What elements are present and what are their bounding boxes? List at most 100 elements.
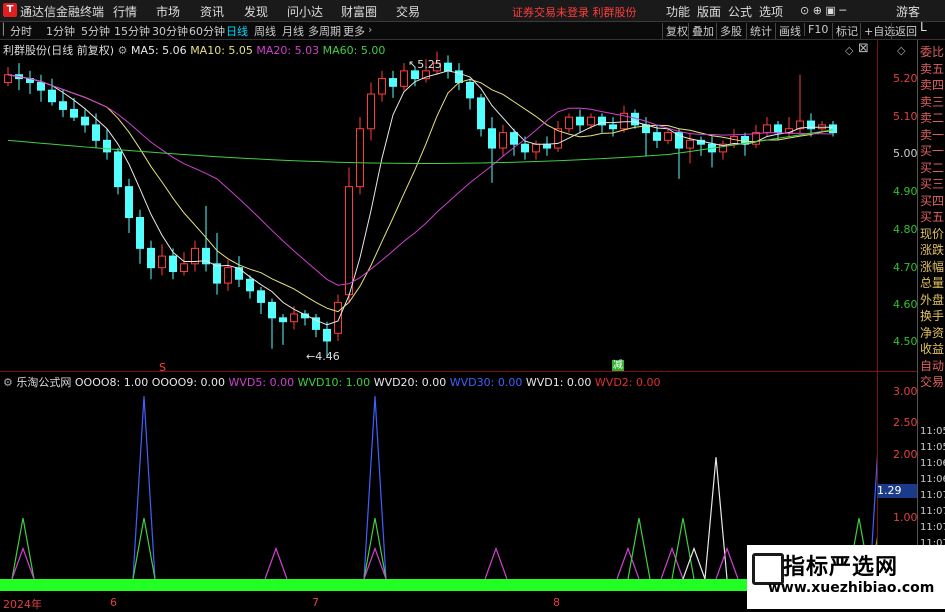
candle-down[interactable] bbox=[510, 132, 518, 145]
candle-down[interactable] bbox=[213, 263, 221, 284]
candle-up[interactable] bbox=[334, 301, 342, 334]
menu-options[interactable]: 选项 bbox=[759, 3, 783, 20]
settings-icon[interactable]: ⚙ bbox=[3, 376, 13, 389]
candle-down[interactable] bbox=[653, 132, 661, 141]
period-tab[interactable]: 60分钟 bbox=[189, 23, 225, 39]
menu-ask[interactable]: 问小达 bbox=[287, 3, 323, 20]
period-tab-more[interactable]: 更多 bbox=[343, 23, 365, 39]
candle-up[interactable] bbox=[345, 186, 353, 296]
side-label: 涨幅 bbox=[920, 259, 945, 274]
candle-up[interactable] bbox=[290, 313, 298, 323]
candle-down[interactable] bbox=[59, 101, 67, 110]
overlay-button[interactable]: 叠加 bbox=[688, 23, 714, 39]
candle-down[interactable] bbox=[466, 81, 474, 99]
candle-down[interactable] bbox=[312, 317, 320, 330]
candle-down[interactable] bbox=[774, 124, 782, 134]
candle-down[interactable] bbox=[323, 328, 331, 342]
period-tab[interactable]: 5分钟 bbox=[81, 23, 110, 39]
candlestick-chart[interactable] bbox=[0, 40, 877, 368]
candle-down[interactable] bbox=[477, 97, 485, 130]
candle-down[interactable] bbox=[70, 108, 78, 118]
candle-down[interactable] bbox=[37, 81, 45, 91]
candle-down[interactable] bbox=[609, 124, 617, 130]
candle-up[interactable] bbox=[499, 132, 507, 149]
menu-trade[interactable]: 交易 bbox=[396, 3, 420, 20]
candle-down[interactable] bbox=[114, 151, 122, 188]
candle-down[interactable] bbox=[488, 128, 496, 149]
candle-down[interactable] bbox=[257, 290, 265, 303]
candle-up[interactable] bbox=[400, 70, 408, 87]
chevron-right-icon[interactable]: › bbox=[368, 23, 372, 36]
candle-up[interactable] bbox=[686, 139, 694, 149]
period-tab[interactable]: 15分钟 bbox=[114, 23, 150, 39]
candle-down[interactable] bbox=[103, 139, 111, 153]
candle-up[interactable] bbox=[367, 93, 375, 130]
candle-down[interactable] bbox=[576, 116, 584, 126]
candle-down[interactable] bbox=[81, 116, 89, 126]
period-tab-active[interactable]: 日线 bbox=[226, 23, 248, 39]
candle-up[interactable] bbox=[224, 267, 232, 284]
candle-up[interactable] bbox=[356, 128, 364, 188]
menu-discover[interactable]: 发现 bbox=[244, 3, 268, 20]
diamond-icon[interactable]: ◇ bbox=[897, 44, 905, 57]
candle-down[interactable] bbox=[125, 186, 133, 219]
mark-button[interactable]: 标记 bbox=[832, 23, 858, 39]
indicator-name[interactable]: 乐淘公式网 bbox=[16, 376, 71, 389]
candle-up[interactable] bbox=[158, 255, 166, 269]
candle-up[interactable] bbox=[565, 116, 573, 130]
indicator-spike bbox=[484, 546, 508, 580]
period-tab[interactable]: 分时 bbox=[10, 23, 32, 39]
multi-stock-button[interactable]: 多股 bbox=[716, 23, 742, 39]
back-button[interactable]: 返回 bbox=[891, 23, 917, 39]
candle-down[interactable] bbox=[543, 143, 551, 149]
candle-down[interactable] bbox=[444, 62, 452, 72]
menu-news[interactable]: 资讯 bbox=[200, 3, 224, 20]
candle-up[interactable] bbox=[532, 143, 540, 153]
adjust-button[interactable]: 复权 bbox=[662, 23, 688, 39]
indicator-chart[interactable] bbox=[0, 372, 877, 609]
settings-icon[interactable]: ⚙ bbox=[118, 44, 128, 57]
candle-up[interactable] bbox=[763, 124, 771, 134]
period-tab[interactable]: 30分钟 bbox=[152, 23, 188, 39]
candle-down[interactable] bbox=[521, 143, 529, 153]
period-tab[interactable]: 周线 bbox=[254, 23, 276, 39]
window-controls-icon[interactable]: ⊙ ⊕ ▣ ─ bbox=[800, 4, 846, 17]
menu-layout[interactable]: 版面 bbox=[697, 3, 721, 20]
candle-up[interactable] bbox=[378, 78, 386, 95]
candle-down[interactable] bbox=[48, 89, 56, 103]
candle-down[interactable] bbox=[411, 70, 419, 80]
candle-up[interactable] bbox=[587, 116, 595, 126]
candle-down[interactable] bbox=[235, 267, 243, 280]
candle-down[interactable] bbox=[675, 132, 683, 149]
candle-down[interactable] bbox=[169, 255, 177, 273]
menu-formula[interactable]: 公式 bbox=[728, 3, 752, 20]
candle-down[interactable] bbox=[147, 247, 155, 269]
period-tab[interactable]: 多周期 bbox=[308, 23, 341, 39]
draw-button[interactable]: 画线 bbox=[775, 23, 801, 39]
candle-down[interactable] bbox=[268, 301, 276, 319]
period-tab[interactable]: 月线 bbox=[282, 23, 304, 39]
watermark-url: www.xuezhibiao.com bbox=[768, 580, 935, 596]
candle-down[interactable] bbox=[279, 317, 287, 323]
panel-toggle[interactable]: L bbox=[920, 20, 927, 34]
period-tab[interactable]: 1分钟 bbox=[46, 23, 75, 39]
candle-down[interactable] bbox=[829, 124, 837, 134]
menu-wealth[interactable]: 财富圈 bbox=[341, 3, 377, 20]
candle-down[interactable] bbox=[92, 124, 100, 141]
candle-down[interactable] bbox=[389, 78, 397, 87]
stats-button[interactable]: 统计 bbox=[746, 23, 772, 39]
menu-function[interactable]: 功能 bbox=[666, 3, 690, 20]
candle-up[interactable] bbox=[4, 74, 12, 83]
guest-label[interactable]: 游客 bbox=[896, 3, 920, 20]
candle-up[interactable] bbox=[180, 263, 188, 273]
f10-button[interactable]: F10 bbox=[804, 23, 828, 36]
close-chart-icon[interactable]: ⊠ bbox=[858, 41, 869, 56]
candle-down[interactable] bbox=[246, 278, 254, 292]
diamond-icon[interactable]: ◇ bbox=[845, 44, 853, 57]
add-watchlist-button[interactable]: +自选 bbox=[860, 23, 895, 39]
menu-quotes[interactable]: 行情 bbox=[113, 3, 137, 20]
menu-market[interactable]: 市场 bbox=[156, 3, 180, 20]
candle-up[interactable] bbox=[664, 132, 672, 141]
current-value-badge: 1.29 bbox=[877, 484, 917, 498]
candle-down[interactable] bbox=[136, 217, 144, 249]
